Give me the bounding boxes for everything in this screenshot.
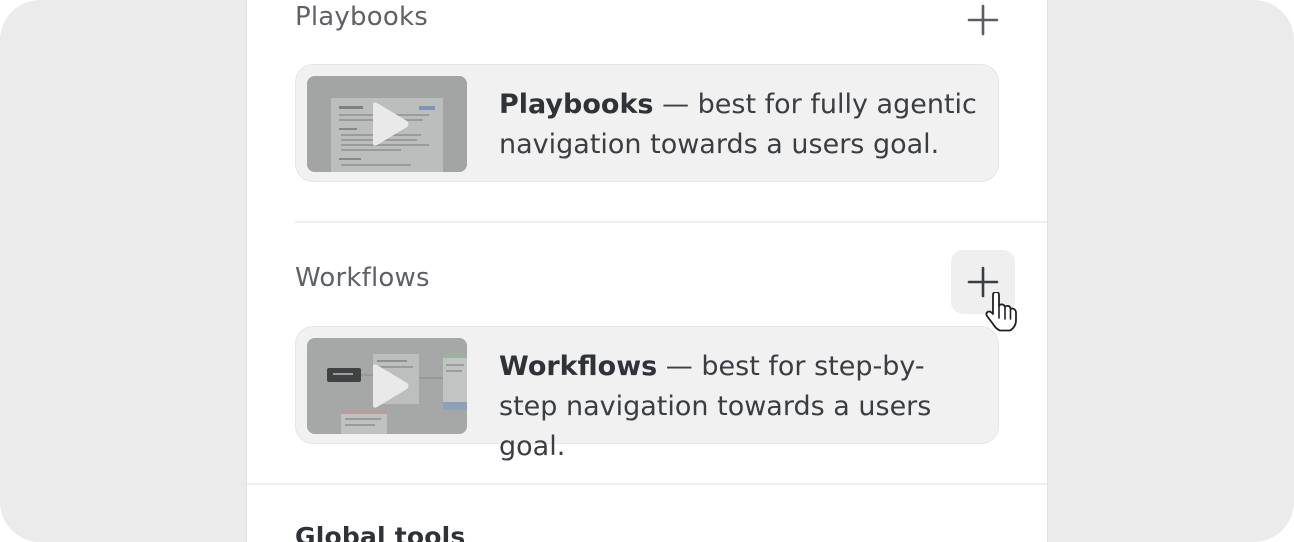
plus-icon: [967, 4, 999, 36]
workflows-video-thumbnail[interactable]: [307, 338, 467, 434]
workflows-section-title: Workflows: [295, 263, 430, 293]
plus-icon: [967, 266, 999, 298]
playbooks-card[interactable]: Playbooks — best for fully agentic navig…: [295, 64, 999, 182]
global-tools-section-title: Global tools: [295, 522, 466, 542]
section-divider: [247, 483, 1047, 485]
workflows-card-text: Workflows — best for step-by-step naviga…: [499, 347, 979, 467]
app-frame: Playbooks Playbooks — best for fully age…: [0, 0, 1294, 542]
playbooks-section-title: Playbooks: [295, 2, 428, 32]
playbooks-video-thumbnail[interactable]: [307, 76, 467, 172]
workflows-card-title: Workflows: [499, 351, 658, 382]
playbooks-card-text: Playbooks — best for fully agentic navig…: [499, 85, 979, 165]
workflows-card[interactable]: Workflows — best for step-by-step naviga…: [295, 326, 999, 462]
add-playbook-button[interactable]: [951, 0, 1015, 52]
play-icon: [373, 364, 409, 408]
add-workflow-button[interactable]: [951, 250, 1015, 314]
settings-panel: Playbooks Playbooks — best for fully age…: [246, 0, 1048, 542]
playbooks-card-title: Playbooks: [499, 89, 654, 120]
play-icon: [373, 102, 409, 146]
section-divider: [295, 221, 1047, 223]
